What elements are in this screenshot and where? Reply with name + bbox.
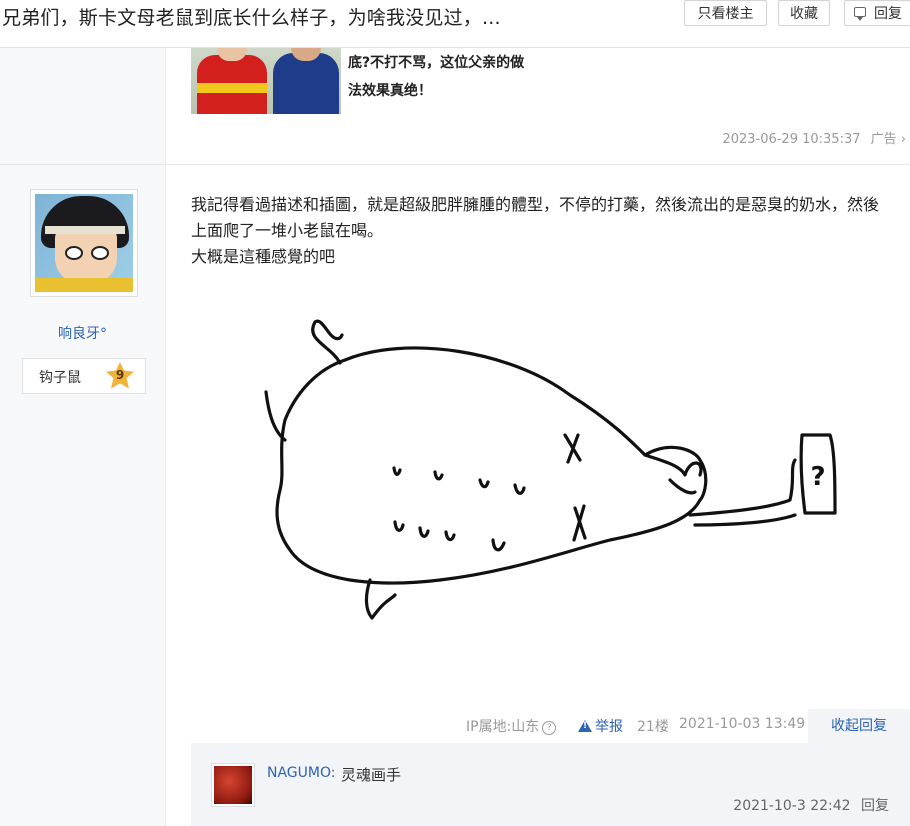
sketch-ear (643, 453, 703, 477)
sketch-ear (311, 319, 344, 365)
author-name[interactable]: 响良牙° (0, 323, 165, 343)
sketch-nose (668, 478, 697, 495)
thread-title: 兄弟们，斯卡文母老鼠到底长什么样子，为啥我没见过，... (2, 7, 501, 29)
sketch-teat (393, 520, 405, 532)
sketch-teat (491, 538, 506, 552)
ad-photo-person (273, 53, 339, 114)
post-content: 我記得看過描述和插圖，就是超級肥胖臃腫的體型，不停的打藥，然後流出的是惡臭的奶水… (191, 192, 891, 270)
avatar-image (35, 194, 133, 292)
post-divider (0, 164, 910, 165)
avatar-shirt (35, 278, 133, 292)
sketch-leg (364, 578, 397, 620)
comment-text: 灵魂画手 (341, 766, 402, 784)
favorite-button[interactable]: 收藏 (778, 0, 830, 26)
level-number: 9 (115, 368, 125, 382)
ad-text[interactable]: 底?不打不骂，这位父亲的做 法效果真绝！ (348, 49, 588, 105)
reply-list: NAGUMO: 灵魂画手 2021-10-3 22:42 回复 (191, 743, 910, 826)
sketch-teat (513, 483, 526, 495)
sketch-eye (563, 433, 582, 464)
reply-icon (854, 7, 866, 21)
post-time: 2021-10-03 13:49 (679, 716, 806, 732)
post-text: 我記得看過描述和插圖，就是超級肥胖臃腫的體型，不停的打藥，然後流出的是惡臭的奶水… (191, 195, 880, 240)
report-label: 举报 (595, 719, 623, 735)
sketch-body (275, 346, 708, 585)
avatar-eye (91, 246, 109, 260)
avatar-bandana (45, 226, 125, 234)
only-op-button[interactable]: 只看楼主 (684, 0, 767, 26)
help-icon[interactable]: ? (542, 721, 557, 735)
comment-avatar[interactable] (211, 763, 255, 807)
post-sketch-image[interactable]: ? (190, 300, 880, 680)
warning-icon (578, 720, 592, 732)
ad-text-line: 法效果真绝！ (348, 83, 432, 99)
chevron-right-icon: › (900, 132, 906, 147)
ad-time: 2023-06-29 10:35:37 (722, 132, 861, 147)
sketch-teat (392, 466, 402, 476)
comment-time: 2021-10-3 22:42 (733, 798, 851, 814)
sketch-teat (418, 526, 430, 538)
ip-location: IP属地:山东? (466, 716, 557, 736)
level-badge[interactable]: 钩子鼠 9 (22, 358, 146, 394)
reply-button[interactable]: 回复 (844, 0, 910, 26)
sketch-eye (572, 504, 587, 542)
floor-number: 21楼 (637, 719, 669, 735)
comment-meta: 2021-10-3 22:42 回复 (733, 795, 889, 815)
report-link[interactable]: 举报 (578, 716, 623, 736)
collapse-replies-button[interactable]: 收起回复 (808, 709, 910, 744)
comment-user[interactable]: NAGUMO: (267, 765, 335, 781)
thread-header: 兄弟们，斯卡文母老鼠到底长什么样子，为啥我没见过，... 只看楼主 收藏 回复 (0, 0, 910, 48)
reply-button-label: 回复 (874, 6, 902, 22)
sketch-tail (693, 513, 797, 527)
ad-photo-stripe (197, 83, 267, 93)
sketch-teat (478, 478, 490, 489)
ad-image[interactable] (191, 47, 341, 114)
comment-reply-link[interactable]: 回复 (861, 798, 889, 814)
author-avatar[interactable] (30, 189, 138, 297)
ad-text-line: 底?不打不骂，这位父亲的做 (348, 55, 525, 71)
sketch-teat (444, 530, 456, 542)
post-text: 大概是這種感覺的吧 (191, 247, 336, 266)
red-moon-image (214, 766, 252, 804)
avatar-eye (65, 246, 83, 260)
ad-meta: 2023-06-29 10:35:37 广告 › (722, 128, 906, 147)
level-name: 钩子鼠 (39, 370, 81, 386)
ad-tag[interactable]: 广告 (871, 132, 897, 147)
sketch-teat (433, 470, 444, 481)
sketch-question-mark: ? (810, 462, 825, 492)
ip-label: IP属地:山东 (466, 719, 540, 735)
